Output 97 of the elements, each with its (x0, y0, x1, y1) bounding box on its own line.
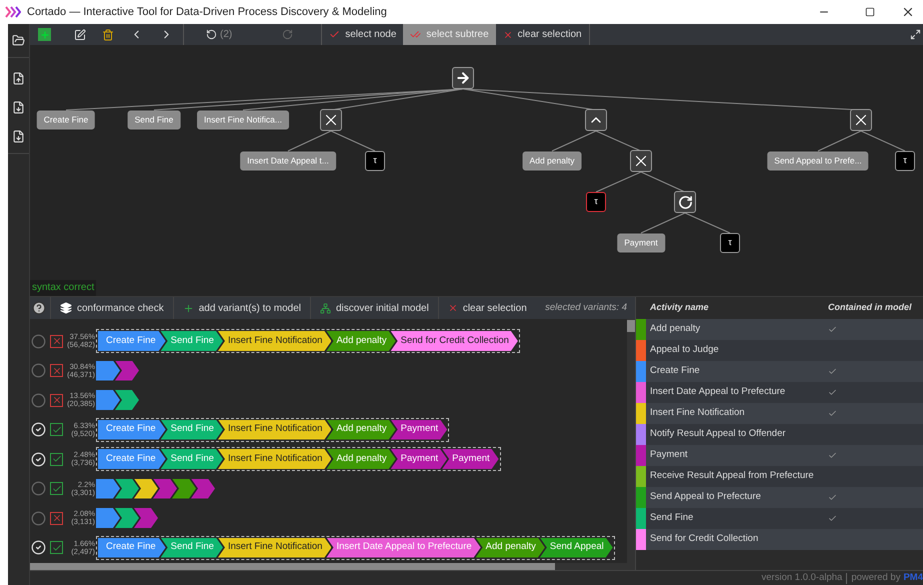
activity-step: Add penalty (326, 449, 396, 469)
activity-step: Send Appeal (540, 538, 613, 558)
operator-node[interactable] (674, 191, 696, 213)
sequence-arrow-icon (455, 70, 471, 86)
activity-step: Send Fine (160, 538, 223, 558)
variant-selected-icon[interactable] (31, 540, 46, 555)
variant-select-circle[interactable] (31, 481, 46, 496)
activity-step: Payment (442, 449, 499, 469)
activity-step: Create Fine (98, 449, 166, 469)
variant-action-button[interactable]: clear selection (438, 297, 536, 319)
horizontal-scrollbar[interactable] (30, 563, 635, 570)
close-icon (448, 303, 458, 313)
maximize-icon (865, 7, 875, 17)
column-header: Activity name (650, 301, 710, 314)
variant-sequence[interactable]: Create Fine Send Fine Insert Fine Notification Add penalty Payment (96, 418, 450, 442)
plus-icon (182, 302, 194, 314)
activity-name: Receive Result Appeal from Prefecture (650, 469, 815, 484)
activity-name: Notify Result Appeal to Offender (650, 427, 787, 442)
operator-node[interactable] (630, 150, 652, 172)
activity-step: Insert Date Appeal to Prefecture (326, 538, 481, 558)
close-icon (901, 5, 915, 19)
activity-name: Add penalty (650, 322, 702, 336)
variant-select-circle[interactable] (31, 363, 46, 378)
variant-sequence[interactable] (96, 390, 139, 410)
column-header: Contained in model (828, 301, 913, 314)
activity-step: Create Fine (98, 538, 166, 558)
selection-tool-button[interactable]: clear selection (496, 24, 589, 45)
vertical-scrollbar[interactable] (627, 319, 635, 563)
check-icon (329, 29, 340, 40)
edit-icon[interactable] (74, 28, 86, 40)
selected-variants-count: selected variants: 4 (545, 300, 627, 315)
activity-step: Insert Fine Notification (218, 420, 332, 440)
powered-by-label: powered by (851, 570, 900, 585)
version-label: version 1.0.0-alpha (762, 570, 842, 585)
variant-sequence[interactable] (96, 360, 139, 380)
variant-selected-icon[interactable] (31, 422, 46, 437)
variant-selected-icon[interactable] (31, 452, 46, 466)
tau-node[interactable]: τ (586, 192, 606, 212)
variant-sequence[interactable] (96, 508, 158, 528)
trash-icon[interactable] (102, 28, 114, 40)
activity-name: Send for Credit Collection (650, 532, 760, 546)
variant-sequence[interactable] (96, 478, 215, 498)
activity-step: Send Fine (160, 331, 223, 351)
file-upload-icon[interactable] (12, 72, 25, 85)
selection-tool-button[interactable]: select node (322, 24, 404, 45)
file-download-icon[interactable] (12, 130, 25, 143)
activity-step: Create Fine (98, 331, 166, 351)
operator-node[interactable] (452, 67, 474, 89)
variant-select-circle[interactable] (31, 392, 46, 408)
variant-sequence[interactable]: Create Fine Send Fine Insert Fine Notification Add penalty Send for Credit Collection (96, 329, 520, 353)
help-icon[interactable] (32, 301, 46, 315)
plus-icon (40, 30, 50, 40)
activity-name: Insert Fine Notification (650, 406, 746, 420)
activity-name: Create Fine (650, 364, 701, 378)
undo-icon (206, 29, 217, 40)
activity-step: Payment (390, 449, 448, 469)
activity-step: Insert Fine Notification (218, 449, 332, 469)
double-check-icon (410, 29, 422, 40)
operator-node[interactable] (585, 109, 607, 131)
activity-name: Payment (650, 448, 688, 462)
file-download-icon[interactable] (12, 101, 25, 114)
tau-node[interactable]: τ (895, 151, 915, 171)
variant-action-button[interactable]: discover initial model (310, 297, 438, 319)
activity-step: Create Fine (98, 420, 166, 440)
tau-node[interactable]: τ (720, 233, 740, 253)
expand-icon[interactable] (910, 29, 921, 40)
layers-icon (60, 302, 72, 314)
activity-step: Add penalty (326, 420, 396, 440)
loop-arrow-icon (678, 194, 692, 210)
syntax-status: syntax correct (30, 280, 96, 296)
activity-step: Add penalty (326, 331, 396, 351)
activity-name: Appeal to Judge (650, 343, 720, 358)
activity-step: Add penalty (476, 538, 545, 558)
logo-text: PM4 (903, 570, 923, 585)
variant-sequence[interactable]: Create Fine Send Fine Insert Fine Notification Insert Date Appeal to Prefecture Add penalty Send Appeal (96, 536, 615, 560)
activity-step: Insert Fine Notification (218, 331, 332, 351)
variant-action-button[interactable]: conformance check (50, 297, 173, 319)
activity-step: Payment (390, 420, 448, 440)
operator-node[interactable] (320, 109, 342, 131)
hierarchy-icon (320, 302, 331, 314)
variant-sequence[interactable]: Create Fine Send Fine Insert Fine Notification Add penalty Payment Payment (96, 447, 501, 471)
activity-step: Send for Credit Collection (390, 331, 518, 351)
close-icon (502, 30, 513, 40)
activity-step: Send Fine (160, 420, 223, 440)
activity-name: Insert Date Appeal to Prefecture (650, 385, 786, 400)
tau-node[interactable]: τ (365, 151, 385, 171)
window-title: Cortado — Interactive Tool for Data-Driven Process Discovery & Modeling (27, 4, 387, 20)
activity-step: Send Fine (160, 449, 223, 469)
operator-node[interactable] (850, 109, 872, 131)
variant-select-circle[interactable] (31, 510, 46, 526)
variant-select-circle[interactable] (31, 334, 46, 348)
app-logo (5, 6, 21, 18)
activity-step: Insert Fine Notification (218, 538, 332, 558)
variant-action-button[interactable]: add variant(s) to model (172, 297, 310, 319)
open-folder-icon[interactable] (12, 34, 25, 47)
activity-name: Send Appeal to Prefecture (650, 490, 762, 504)
activity-name: Send Fine (650, 511, 694, 526)
